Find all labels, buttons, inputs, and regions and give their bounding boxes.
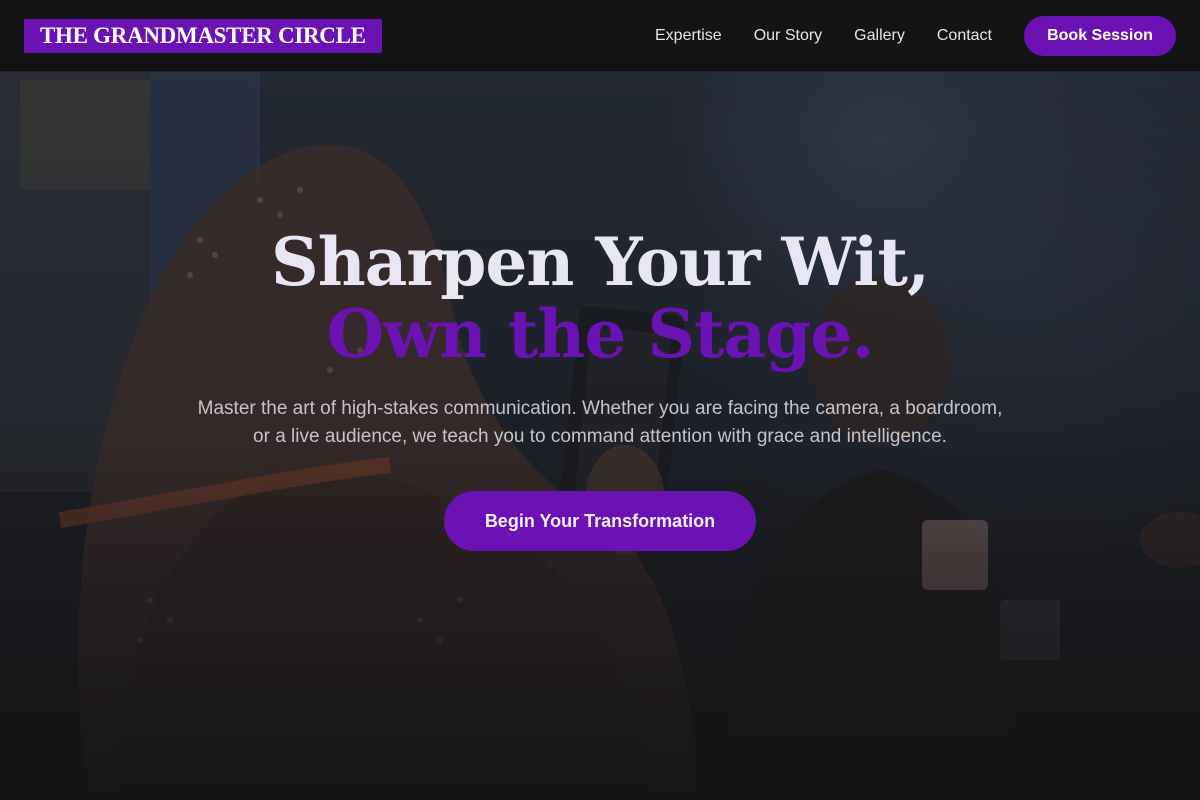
hero-headline-line-1: Sharpen Your Wit,: [271, 223, 930, 301]
nav-link-expertise[interactable]: Expertise: [655, 27, 722, 45]
hero-subheading: Master the art of high-stakes communicat…: [197, 398, 1003, 447]
nav-link-contact[interactable]: Contact: [937, 27, 992, 45]
landing-page: THE GRANDMASTER CIRCLE Expertise Our Sto…: [0, 0, 1200, 800]
nav-link-gallery[interactable]: Gallery: [854, 27, 905, 45]
brand-logo[interactable]: THE GRANDMASTER CIRCLE: [24, 18, 382, 53]
begin-transformation-button[interactable]: Begin Your Transformation: [444, 491, 756, 551]
nav-link-our-story[interactable]: Our Story: [754, 27, 822, 45]
nav-links: Expertise Our Story Gallery Contact Book…: [655, 15, 1176, 56]
book-session-button[interactable]: Book Session: [1024, 15, 1176, 56]
hero-section: Sharpen Your Wit, Own the Stage. Master …: [0, 72, 1200, 551]
top-navbar: THE GRANDMASTER CIRCLE Expertise Our Sto…: [0, 0, 1200, 72]
hero-headline-line-2: Own the Stage.: [326, 295, 875, 373]
